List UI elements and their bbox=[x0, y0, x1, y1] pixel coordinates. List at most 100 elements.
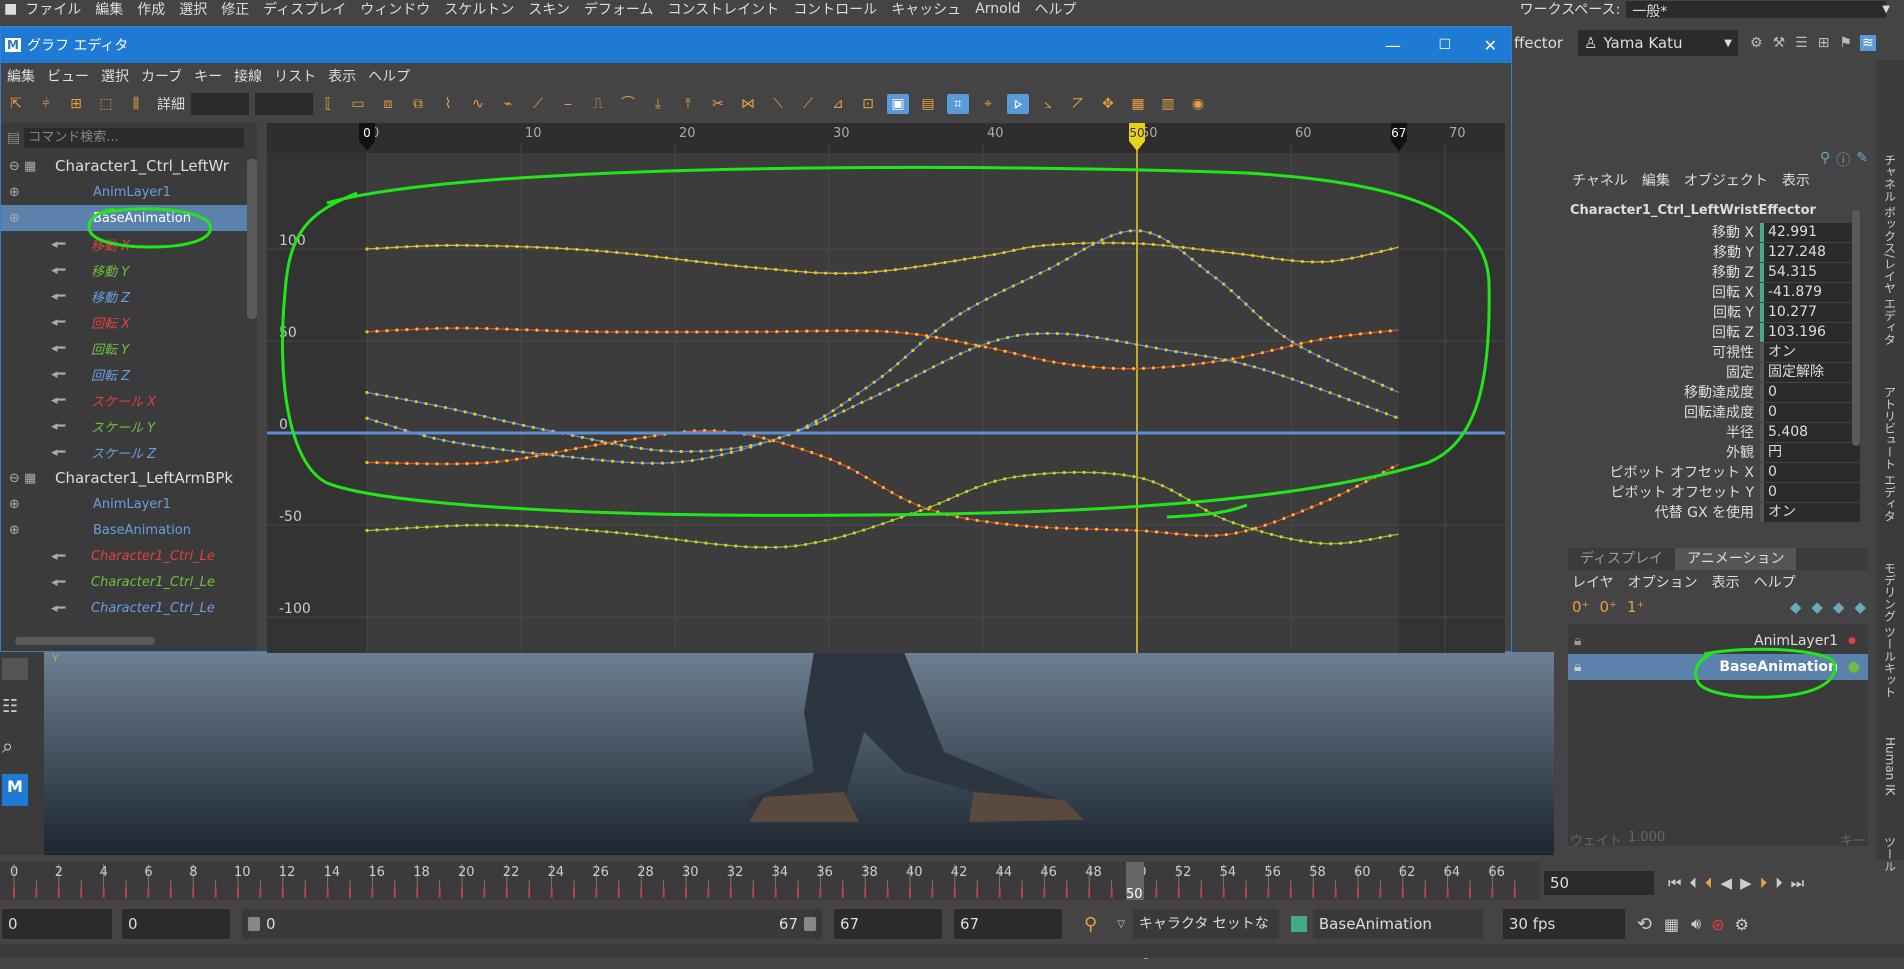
outliner-icon[interactable]: ☷ bbox=[2, 696, 28, 718]
menu-select[interactable]: 選択 bbox=[101, 66, 129, 86]
key-point[interactable] bbox=[442, 438, 446, 442]
menu-cache[interactable]: キャッシュ bbox=[891, 0, 961, 19]
key-point[interactable] bbox=[465, 523, 469, 527]
key-point[interactable] bbox=[422, 434, 426, 438]
key-point[interactable] bbox=[714, 542, 718, 546]
key-point[interactable] bbox=[856, 392, 860, 396]
key-point[interactable] bbox=[1012, 248, 1016, 252]
menu-file[interactable]: ファイル bbox=[25, 0, 81, 19]
key-point[interactable] bbox=[1151, 480, 1155, 484]
key-point[interactable] bbox=[873, 270, 878, 274]
key-point[interactable] bbox=[1012, 475, 1017, 479]
key-point[interactable] bbox=[1211, 360, 1215, 364]
key-point[interactable] bbox=[512, 421, 516, 425]
key-point[interactable] bbox=[629, 445, 634, 449]
key-point[interactable] bbox=[974, 486, 978, 490]
key-point[interactable] bbox=[825, 329, 829, 333]
key-point[interactable] bbox=[575, 247, 579, 251]
key-point[interactable] bbox=[1243, 362, 1247, 366]
key-point[interactable] bbox=[724, 263, 728, 267]
key-point[interactable] bbox=[1075, 333, 1079, 337]
key-point[interactable] bbox=[1013, 351, 1017, 356]
key-point[interactable] bbox=[764, 267, 768, 271]
key-point[interactable] bbox=[1062, 362, 1066, 366]
menu-deform[interactable]: デフォーム bbox=[584, 0, 654, 19]
curve-visibility-icon[interactable]: ◂━ bbox=[51, 367, 91, 382]
key-point[interactable] bbox=[415, 525, 419, 530]
key-point[interactable] bbox=[1081, 241, 1085, 245]
key-point[interactable] bbox=[595, 529, 599, 533]
key-point[interactable] bbox=[365, 247, 369, 251]
key-point[interactable] bbox=[1394, 415, 1398, 419]
menu-edit[interactable]: 編集 bbox=[1642, 170, 1670, 190]
expand-icon[interactable]: ⊕ bbox=[9, 497, 93, 512]
key-point[interactable] bbox=[758, 442, 762, 446]
key-point[interactable] bbox=[1260, 351, 1264, 355]
key-point[interactable] bbox=[545, 328, 549, 333]
outliner-item[interactable]: ◂━ スケール X bbox=[1, 387, 257, 413]
key-point[interactable] bbox=[455, 326, 459, 330]
key-point[interactable] bbox=[993, 293, 997, 297]
key-point[interactable] bbox=[585, 528, 589, 532]
key-point[interactable] bbox=[385, 246, 389, 250]
menu-display[interactable]: ディスプレイ bbox=[263, 0, 346, 19]
menu-skeleton[interactable]: スケルトン bbox=[444, 0, 514, 19]
key-point[interactable] bbox=[653, 434, 657, 438]
key-point[interactable] bbox=[1056, 262, 1060, 266]
key-point[interactable] bbox=[1309, 384, 1313, 388]
key-point[interactable] bbox=[860, 400, 864, 405]
key-point[interactable] bbox=[890, 490, 894, 495]
create-layer-selected-icon[interactable]: ◆ bbox=[1854, 598, 1866, 616]
key-point[interactable] bbox=[619, 443, 624, 447]
key-point[interactable] bbox=[482, 414, 487, 419]
key-point[interactable] bbox=[705, 330, 709, 334]
key-point[interactable] bbox=[953, 259, 957, 263]
key-point[interactable] bbox=[375, 246, 379, 251]
key-point[interactable] bbox=[1178, 493, 1182, 497]
key-point[interactable] bbox=[575, 527, 579, 531]
menu-help[interactable]: ヘルプ bbox=[1035, 0, 1077, 19]
key-point[interactable] bbox=[872, 380, 876, 384]
key-point[interactable] bbox=[933, 329, 938, 333]
key-point[interactable] bbox=[1061, 242, 1065, 246]
outliner-item[interactable]: ⊕ BaseAnimation bbox=[1, 517, 257, 543]
edit-icon[interactable]: ✎ bbox=[1856, 150, 1868, 170]
menu-constraint[interactable]: コンストレイント bbox=[667, 0, 779, 19]
key-point[interactable] bbox=[1347, 398, 1351, 402]
key-point[interactable] bbox=[1174, 349, 1178, 354]
range-handle-end[interactable] bbox=[804, 917, 816, 931]
key-point[interactable] bbox=[689, 449, 693, 454]
key-point[interactable] bbox=[1308, 350, 1312, 354]
key-point[interactable] bbox=[365, 460, 369, 465]
channel-value[interactable]: 5.408 bbox=[1760, 422, 1860, 442]
out-tangent-icon[interactable]: ⤒ bbox=[677, 94, 699, 114]
key-point[interactable] bbox=[595, 249, 599, 253]
center-current-icon[interactable]: ⧉ bbox=[407, 94, 429, 114]
key-point[interactable] bbox=[435, 243, 439, 248]
key-point[interactable] bbox=[475, 243, 479, 248]
zero-key-all-icon[interactable]: 0⁺ bbox=[1599, 598, 1616, 616]
key-point[interactable] bbox=[1164, 348, 1168, 352]
key-point[interactable] bbox=[972, 256, 977, 260]
key-point[interactable] bbox=[614, 531, 619, 535]
key-point[interactable] bbox=[1114, 528, 1119, 532]
key-point[interactable] bbox=[640, 461, 645, 465]
outliner-item[interactable]: ◂━ 回転 X bbox=[1, 309, 257, 335]
outliner-item[interactable]: ◂━ スケール Y bbox=[1, 413, 257, 439]
key-point[interactable] bbox=[664, 536, 668, 540]
menu-select[interactable]: 選択 bbox=[179, 0, 207, 19]
key-point[interactable] bbox=[1289, 344, 1294, 348]
key-point[interactable] bbox=[1092, 470, 1096, 475]
key-point[interactable] bbox=[1122, 473, 1126, 477]
key-point[interactable] bbox=[764, 545, 768, 549]
fps-dropdown[interactable]: 30 fps bbox=[1502, 909, 1625, 939]
key-point[interactable] bbox=[1389, 247, 1393, 251]
key-point[interactable] bbox=[1348, 540, 1353, 545]
key-point[interactable] bbox=[984, 297, 988, 301]
key-point[interactable] bbox=[694, 259, 698, 264]
key-point[interactable] bbox=[1042, 358, 1046, 362]
key-point[interactable] bbox=[531, 451, 535, 455]
key-point[interactable] bbox=[481, 445, 485, 449]
key-point[interactable] bbox=[425, 462, 429, 466]
in-tangent-icon[interactable]: ⤓ bbox=[647, 94, 669, 114]
